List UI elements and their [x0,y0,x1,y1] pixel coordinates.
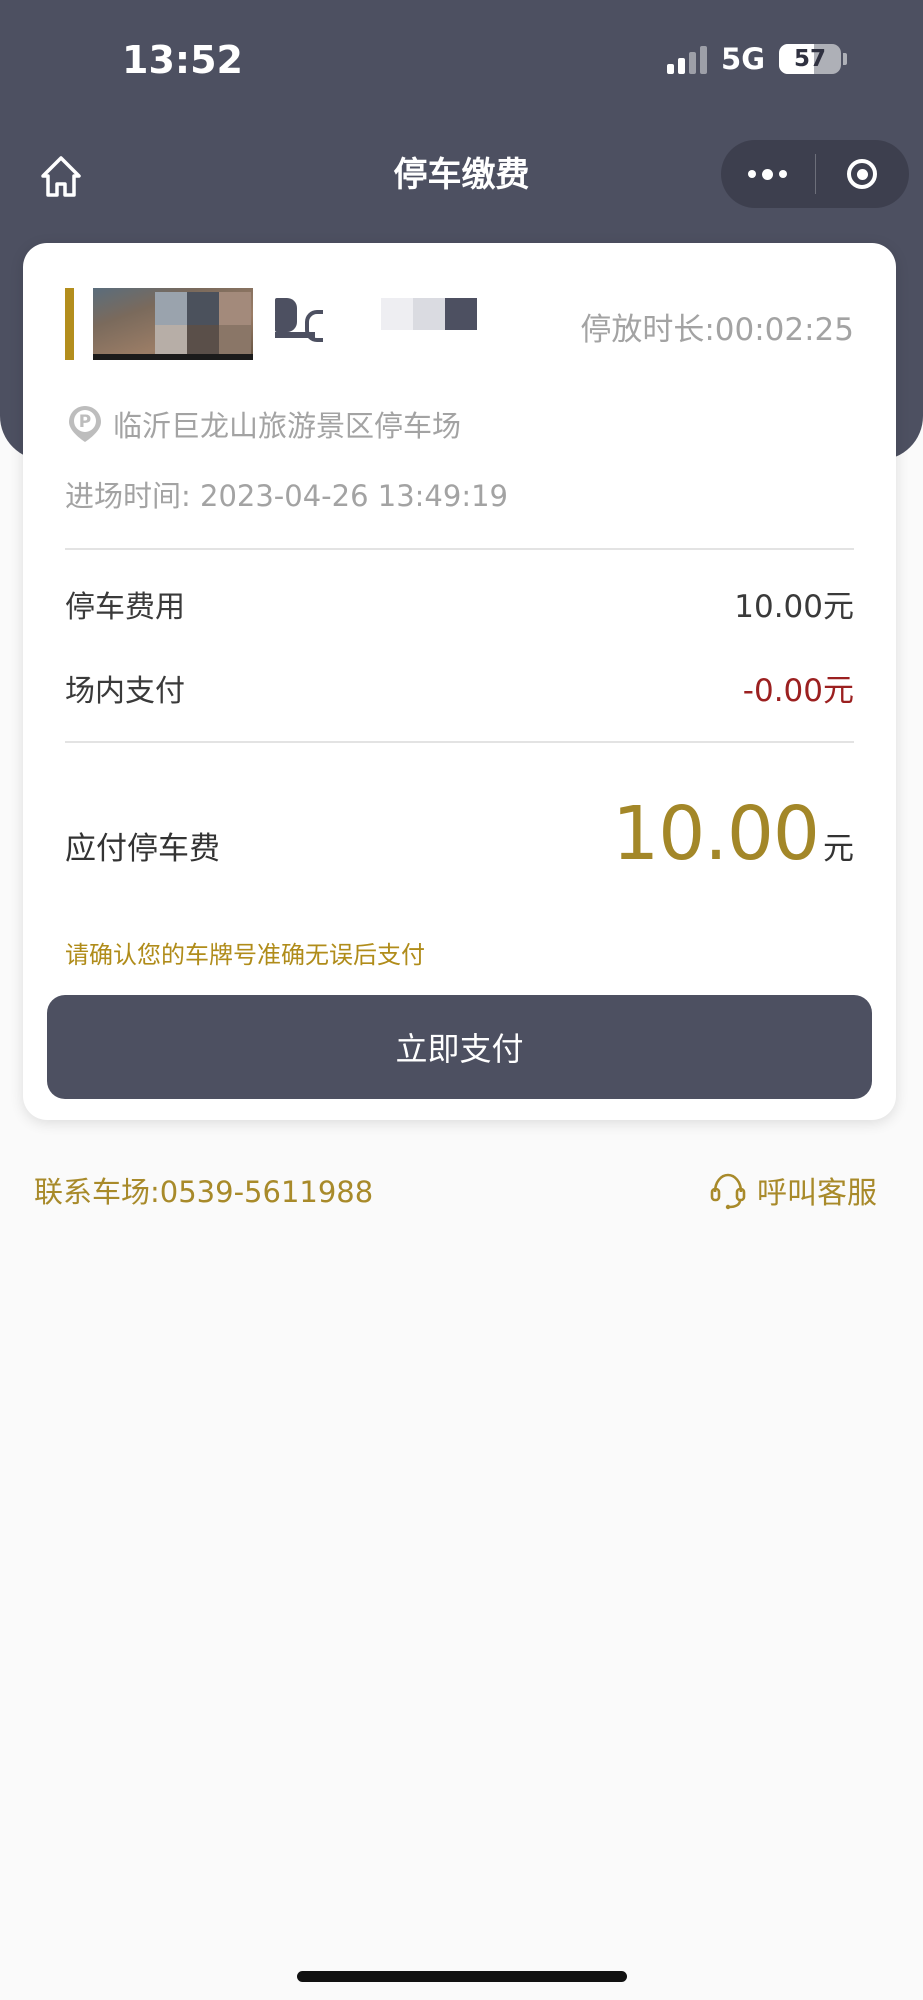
parking-fee-value: 10.00元 [734,589,854,625]
network-label: 5G [721,42,765,76]
signal-icon [667,44,708,74]
more-button[interactable] [721,140,815,208]
status-time: 13:52 [122,38,243,82]
status-indicators: 5G 57 [667,42,847,76]
call-service-label: 呼叫客服 [757,1176,877,1211]
entry-time: 进场时间: 2023-04-26 13:49:19 [65,479,508,513]
onsite-paid-row: 场内支付 -0.00元 [65,665,854,710]
amount-due-label: 应付停车费 [65,831,220,867]
parking-fee-row: 停车费用 10.00元 [65,581,854,626]
more-dots-icon [748,168,788,180]
home-indicator [297,1971,627,1982]
divider [65,741,854,743]
plate-mosaic [381,298,477,330]
parking-fee-label: 停车费用 [65,589,185,625]
photo-mosaic [155,292,251,358]
parking-card: 停放时长:00:02:25 P 临沂巨龙山旅游景区停车场 进场时间: 2023-… [23,243,896,1120]
vehicle-row: 停放时长:00:02:25 [65,288,854,360]
amount-due-row: 应付停车费 10.00 元 [65,791,854,877]
headset-icon [710,1173,746,1210]
parking-duration: 停放时长:00:02:25 [580,312,854,348]
plate-confirm-warning: 请确认您的车牌号准确无误后支付 [65,941,425,969]
plate-fragment [275,288,335,360]
parking-lot-name: 临沂巨龙山旅游景区停车场 [113,409,462,443]
battery-level: 57 [793,46,826,72]
footer-row: 联系车场:0539-5611988 呼叫客服 [34,1168,877,1212]
battery-tip [843,53,847,65]
divider [65,548,854,550]
contact-lot-link[interactable]: 联系车场:0539-5611988 [34,1169,373,1211]
miniprogram-capsule [721,140,909,208]
amount-due-unit: 元 [823,831,854,867]
close-miniprogram-button[interactable] [816,140,910,208]
pay-now-button[interactable]: 立即支付 [47,995,872,1099]
svg-text:P: P [79,412,91,432]
call-service-button[interactable]: 呼叫客服 [709,1168,877,1212]
amount-due-value: 10.00 [612,791,820,877]
target-circle-icon [847,159,878,189]
vehicle-photo[interactable] [93,288,253,360]
accent-bar [65,288,74,360]
parking-pin-icon: P [69,406,101,442]
onsite-paid-value: -0.00元 [742,673,854,709]
onsite-paid-label: 场内支付 [65,673,185,709]
battery-icon: 57 [779,44,841,74]
amount-due-group: 10.00 元 [612,791,854,877]
parking-lot-row: P 临沂巨龙山旅游景区停车场 [67,403,461,445]
